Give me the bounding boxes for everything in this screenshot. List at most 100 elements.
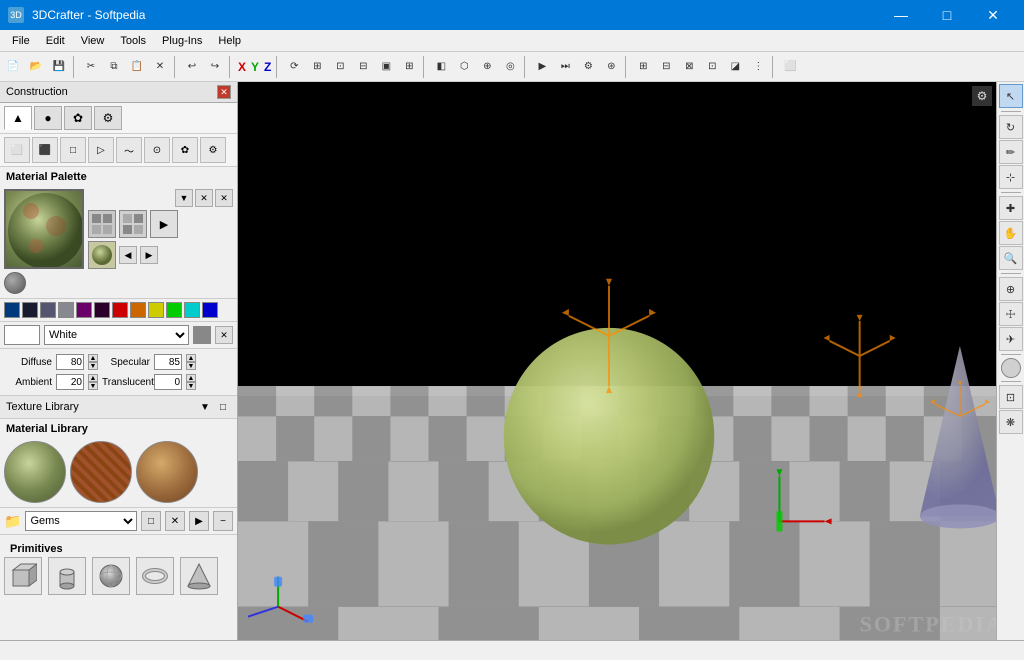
swatch-red[interactable]: [112, 302, 128, 318]
material-name-select[interactable]: White: [44, 325, 189, 345]
wire-btn[interactable]: ⬜: [779, 56, 801, 78]
translucent-spinner[interactable]: ▲ ▼: [186, 374, 196, 390]
const-tab-color[interactable]: ●: [34, 106, 62, 130]
view-btn-2[interactable]: ⊡: [329, 56, 351, 78]
light-btn[interactable]: ⊕: [476, 56, 498, 78]
undo-button[interactable]: ↩: [181, 56, 203, 78]
save-button[interactable]: 💾: [48, 56, 70, 78]
swatch-navy[interactable]: [22, 302, 38, 318]
palette-expand[interactable]: ▶: [150, 210, 178, 238]
translucent-value[interactable]: 0: [154, 374, 182, 390]
const-tab-settings[interactable]: ⚙: [94, 106, 122, 130]
cam-btn[interactable]: ◎: [499, 56, 521, 78]
palette-right-icon[interactable]: ▶: [140, 246, 158, 264]
panel-close-button[interactable]: ✕: [217, 85, 231, 99]
ambient-spinner[interactable]: ▲ ▼: [88, 374, 98, 390]
redo-button[interactable]: ↪: [204, 56, 226, 78]
close-button[interactable]: ✕: [970, 0, 1016, 30]
rt-pan-btn[interactable]: ☩: [999, 302, 1023, 326]
swatch-purple[interactable]: [76, 302, 92, 318]
maximize-button[interactable]: □: [924, 0, 970, 30]
grid-btn-3[interactable]: ⊠: [678, 56, 700, 78]
delete-button[interactable]: ✕: [149, 56, 171, 78]
material-thumb-3[interactable]: [136, 441, 198, 503]
tex-down-icon[interactable]: ▼: [197, 399, 213, 415]
open-button[interactable]: 📂: [25, 56, 47, 78]
grid-preview-2[interactable]: [119, 210, 147, 238]
rt-hand-btn[interactable]: ✋: [999, 221, 1023, 245]
viewport[interactable]: ⚙: [238, 82, 996, 640]
diffuse-up[interactable]: ▲: [88, 354, 98, 362]
minimize-button[interactable]: —: [878, 0, 924, 30]
object-btn[interactable]: ◧: [430, 56, 452, 78]
icon-box[interactable]: □: [60, 137, 86, 163]
icon-gear[interactable]: ⚙: [200, 137, 226, 163]
swatch-cyan[interactable]: [184, 302, 200, 318]
palette-filter-icon[interactable]: ▼: [175, 189, 193, 207]
rt-select-btn[interactable]: ↖: [999, 84, 1023, 108]
rt-extra-btn-1[interactable]: ⊡: [999, 385, 1023, 409]
grid-preview-1[interactable]: [88, 210, 116, 238]
anim-btn[interactable]: ⏭: [554, 56, 576, 78]
grid-btn-2[interactable]: ⊟: [655, 56, 677, 78]
rt-extra-btn-2[interactable]: ❋: [999, 410, 1023, 434]
cut-button[interactable]: ✂: [80, 56, 102, 78]
view-btn-3[interactable]: ⊟: [352, 56, 374, 78]
swatch-gray-blue[interactable]: [40, 302, 56, 318]
grid-btn-1[interactable]: ⊞: [632, 56, 654, 78]
swatch-yellow[interactable]: [148, 302, 164, 318]
swatch-dark-purple[interactable]: [94, 302, 110, 318]
icon-wave[interactable]: 〜: [116, 137, 142, 163]
ambient-value[interactable]: 20: [56, 374, 84, 390]
icon-fill[interactable]: ⬛: [32, 137, 58, 163]
rt-rotate-btn[interactable]: ↻: [999, 115, 1023, 139]
render-btn[interactable]: ▶: [531, 56, 553, 78]
rt-circle-btn[interactable]: [1001, 358, 1021, 378]
texture-preview-small[interactable]: [88, 241, 116, 269]
menu-view[interactable]: View: [73, 33, 113, 49]
swatch-gray[interactable]: [58, 302, 74, 318]
icon-play[interactable]: ▷: [88, 137, 114, 163]
rt-fly-btn[interactable]: ✈: [999, 327, 1023, 351]
swatch-orange[interactable]: [130, 302, 146, 318]
material-thumb-2[interactable]: [70, 441, 132, 503]
menu-file[interactable]: File: [4, 33, 38, 49]
lib-minus-button[interactable]: −: [213, 511, 233, 531]
mat-delete-icon[interactable]: ✕: [215, 326, 233, 344]
swatch-blue-dark[interactable]: [4, 302, 20, 318]
icon-square[interactable]: ⬜: [4, 137, 30, 163]
view-btn-1[interactable]: ⊞: [306, 56, 328, 78]
scene-btn[interactable]: ⬡: [453, 56, 475, 78]
tex-expand-icon[interactable]: □: [215, 399, 231, 415]
swatch-green[interactable]: [166, 302, 182, 318]
lib-delete-button[interactable]: ✕: [165, 511, 185, 531]
specular-up[interactable]: ▲: [186, 354, 196, 362]
menu-plugins[interactable]: Plug-Ins: [154, 33, 210, 49]
const-tab-texture[interactable]: ✿: [64, 106, 92, 130]
translucent-down[interactable]: ▼: [186, 382, 196, 390]
diffuse-spinner[interactable]: ▲ ▼: [88, 354, 98, 370]
menu-edit[interactable]: Edit: [38, 33, 73, 49]
grid-btn-4[interactable]: ⊡: [701, 56, 723, 78]
view-btn-5[interactable]: ⊞: [398, 56, 420, 78]
rt-orbit-btn[interactable]: ⊕: [999, 277, 1023, 301]
primitive-cylinder[interactable]: [48, 557, 86, 595]
mat-color-swatch[interactable]: [193, 326, 211, 344]
specular-down[interactable]: ▼: [186, 362, 196, 370]
material-thumb-1[interactable]: [4, 441, 66, 503]
lib-add-button[interactable]: □: [141, 511, 161, 531]
rt-paint-btn[interactable]: ✏: [999, 140, 1023, 164]
palette-left-icon[interactable]: ◀: [119, 246, 137, 264]
rotate-view[interactable]: ⟳: [283, 56, 305, 78]
translucent-up[interactable]: ▲: [186, 374, 196, 382]
grid-btn-5[interactable]: ◪: [724, 56, 746, 78]
menu-help[interactable]: Help: [210, 33, 249, 49]
icon-star[interactable]: ✿: [172, 137, 198, 163]
swatch-blue[interactable]: [202, 302, 218, 318]
diffuse-value[interactable]: 80: [56, 354, 84, 370]
specular-value[interactable]: 85: [154, 354, 182, 370]
primitive-sphere[interactable]: [92, 557, 130, 595]
menu-tools[interactable]: Tools: [112, 33, 154, 49]
ambient-up[interactable]: ▲: [88, 374, 98, 382]
library-folder-icon[interactable]: 📁: [4, 513, 21, 530]
